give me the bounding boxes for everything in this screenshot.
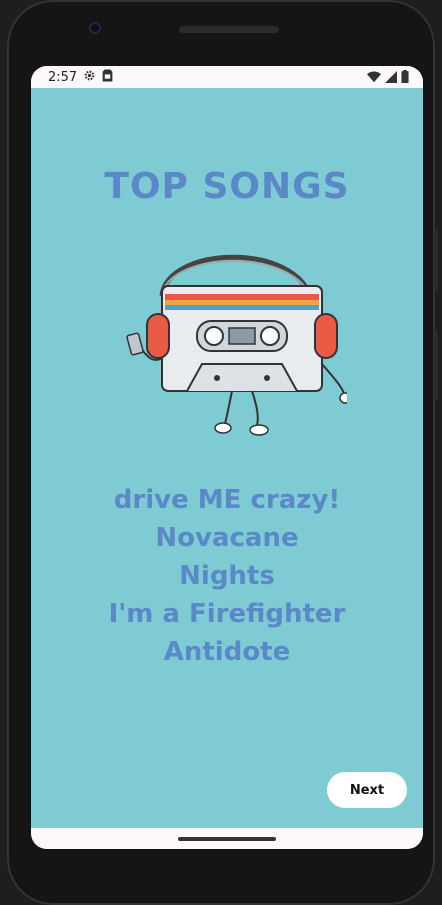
status-time: 2:57 — [48, 69, 78, 85]
settings-icon — [83, 69, 96, 86]
navigation-bar — [31, 828, 423, 849]
next-button[interactable]: Next — [327, 772, 407, 808]
signal-icon — [385, 70, 397, 87]
phone-screen: 2:57 TOP SONGS drive ME crazy! Novacane … — [31, 66, 423, 849]
earpiece-speaker — [179, 26, 279, 33]
power-button — [434, 230, 438, 290]
home-gesture-bar[interactable] — [178, 837, 276, 841]
sim-card-icon — [102, 69, 113, 86]
song-item: Novacane — [155, 523, 299, 553]
top-songs-list: drive ME crazy! Novacane Nights I'm a Fi… — [31, 481, 423, 671]
song-item: drive ME crazy! — [113, 485, 341, 515]
cassette-headphones-illustration — [126, 254, 347, 436]
page-title: TOP SONGS — [104, 166, 350, 207]
top-songs-screen: TOP SONGS drive ME crazy! Novacane Night… — [31, 88, 423, 828]
phone-frame: 2:57 TOP SONGS drive ME crazy! Novacane … — [7, 0, 438, 905]
song-item: I'm a Firefighter — [108, 599, 346, 629]
front-camera — [89, 22, 101, 34]
wifi-icon — [367, 70, 381, 87]
volume-button — [434, 330, 438, 400]
battery-icon — [401, 70, 409, 87]
song-item: Antidote — [163, 637, 291, 667]
status-right-group — [367, 70, 409, 87]
status-bar: 2:57 — [31, 66, 423, 88]
song-item: Nights — [179, 561, 275, 591]
